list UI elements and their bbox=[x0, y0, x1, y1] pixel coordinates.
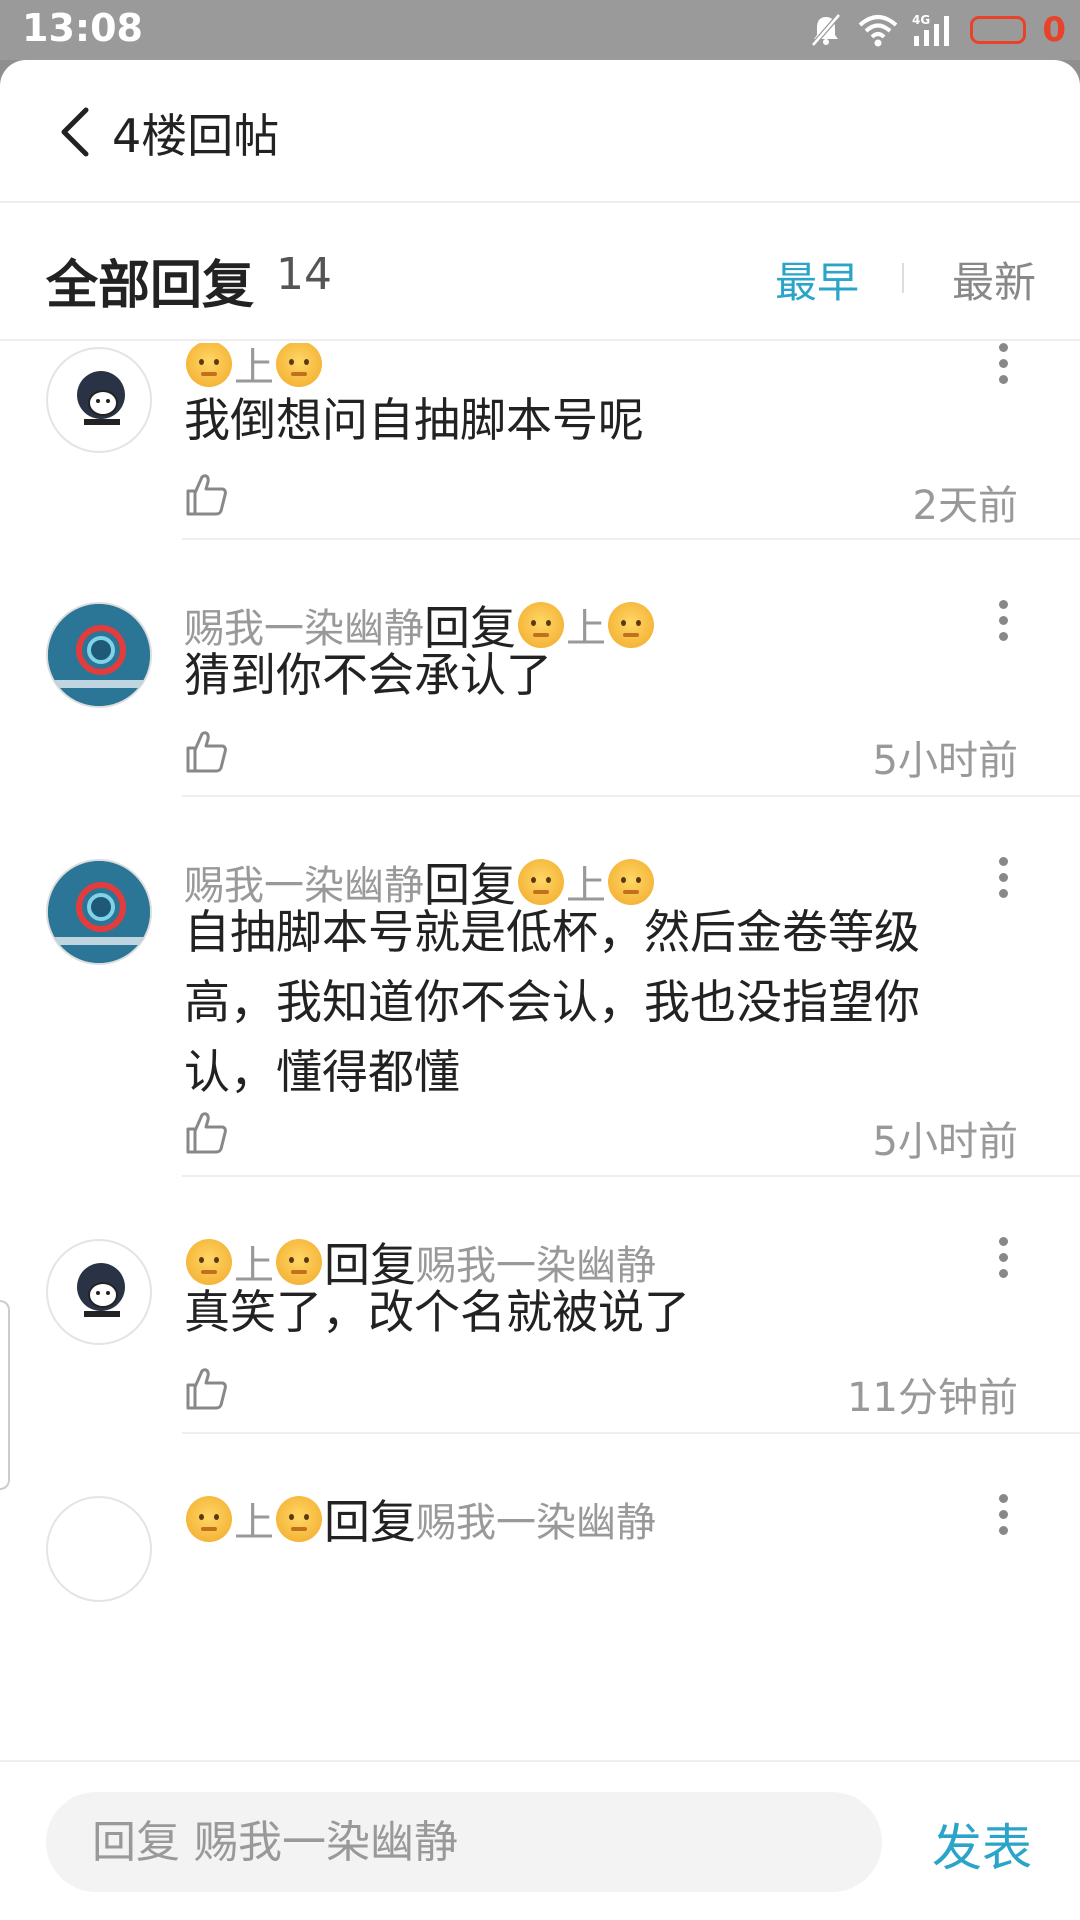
avatar[interactable] bbox=[46, 1496, 152, 1602]
reply-content: 真笑了，改个名就被说了 bbox=[184, 1285, 690, 1339]
sort-earliest-tab[interactable]: 最早 bbox=[775, 249, 859, 310]
emoji-face-icon bbox=[276, 1496, 322, 1542]
publish-button[interactable]: 发表 bbox=[932, 1808, 1032, 1880]
emoji-face-icon bbox=[186, 343, 232, 387]
side-drawer-handle[interactable] bbox=[0, 1300, 10, 1490]
reply-item: 赐我一染幽静 回复 上 自抽脚本号就是低杯，然后金卷等级高，我知道你不会认，我也… bbox=[0, 797, 1080, 1177]
like-icon[interactable] bbox=[184, 471, 228, 517]
status-bar: 13:08 4G 0 bbox=[0, 0, 1080, 60]
avatar-swirl-icon bbox=[48, 604, 150, 706]
all-replies-title: 全部回复 bbox=[46, 256, 255, 316]
more-options-icon[interactable] bbox=[998, 600, 1008, 644]
sort-divider bbox=[902, 263, 904, 293]
avatar[interactable] bbox=[46, 602, 152, 708]
emoji-face-icon bbox=[186, 1496, 232, 1542]
reply-item: 上 回复 赐我一染幽静 bbox=[0, 1434, 1080, 1758]
reply-time: 5小时前 bbox=[872, 738, 1018, 784]
reply-content: 自抽脚本号就是低杯，然后金卷等级高，我知道你不会认，我也没指望你认，懂得都懂 bbox=[184, 905, 920, 1099]
wifi-icon bbox=[859, 15, 898, 47]
author-name[interactable]: 上 bbox=[234, 1490, 274, 1548]
sort-latest-tab[interactable]: 最新 bbox=[952, 249, 1036, 310]
reply-word: 回复 bbox=[324, 1495, 416, 1549]
battery-level: 0 bbox=[1042, 10, 1066, 50]
svg-text:4G: 4G bbox=[912, 13, 930, 27]
page-title: 4楼回帖 bbox=[112, 109, 280, 163]
reply-content: 我倒想问自抽脚本号呢 bbox=[184, 393, 644, 447]
reply-input[interactable] bbox=[46, 1792, 882, 1892]
reply-target[interactable]: 赐我一染幽静 bbox=[416, 1490, 656, 1548]
status-icons: 4G 0 bbox=[808, 8, 1066, 52]
reply-content: 猜到你不会承认了 bbox=[184, 648, 552, 702]
like-icon[interactable] bbox=[184, 728, 228, 774]
reply-footer: 发表 bbox=[0, 1760, 1080, 1920]
like-icon[interactable] bbox=[184, 1109, 228, 1155]
more-options-icon[interactable] bbox=[998, 1494, 1008, 1538]
emoji-face-icon bbox=[276, 343, 322, 387]
signal-4g-icon: 4G bbox=[912, 13, 950, 46]
more-options-icon[interactable] bbox=[998, 1237, 1008, 1281]
mute-notification-icon bbox=[811, 13, 842, 47]
more-options-icon[interactable] bbox=[998, 857, 1008, 901]
avatar[interactable] bbox=[46, 1239, 152, 1345]
avatar-figure-icon bbox=[77, 371, 125, 425]
avatar-swirl-icon bbox=[48, 861, 150, 963]
author-line: 上 回复 赐我一染幽静 bbox=[184, 1486, 656, 1552]
avatar[interactable] bbox=[46, 859, 152, 965]
reply-time: 2天前 bbox=[912, 483, 1018, 529]
filter-bar: 全部回复 14 最早 最新 bbox=[0, 205, 1080, 341]
reply-sheet: 4楼回帖 全部回复 14 最早 最新 上 我倒想问自抽脚本号呢 2天前 赐我一染… bbox=[0, 60, 1080, 1920]
reply-item: 上 回复 赐我一染幽静 真笑了，改个名就被说了 11分钟前 bbox=[0, 1177, 1080, 1434]
back-icon[interactable] bbox=[54, 102, 98, 162]
battery-icon bbox=[970, 16, 1027, 44]
more-options-icon[interactable] bbox=[998, 343, 1008, 387]
status-time: 13:08 bbox=[22, 6, 143, 50]
header: 4楼回帖 bbox=[0, 60, 1080, 203]
reply-time: 5小时前 bbox=[872, 1119, 1018, 1165]
reply-list: 上 我倒想问自抽脚本号呢 2天前 赐我一染幽静 回复 上 猜到你不会承认了 5小… bbox=[0, 343, 1080, 1758]
reply-item: 赐我一染幽静 回复 上 猜到你不会承认了 5小时前 bbox=[0, 540, 1080, 797]
reply-item: 上 我倒想问自抽脚本号呢 2天前 bbox=[0, 343, 1080, 540]
avatar[interactable] bbox=[46, 347, 152, 453]
reply-time: 11分钟前 bbox=[847, 1375, 1018, 1421]
reply-count: 14 bbox=[276, 249, 332, 300]
like-icon[interactable] bbox=[184, 1365, 228, 1411]
avatar-figure-icon bbox=[77, 1263, 125, 1317]
